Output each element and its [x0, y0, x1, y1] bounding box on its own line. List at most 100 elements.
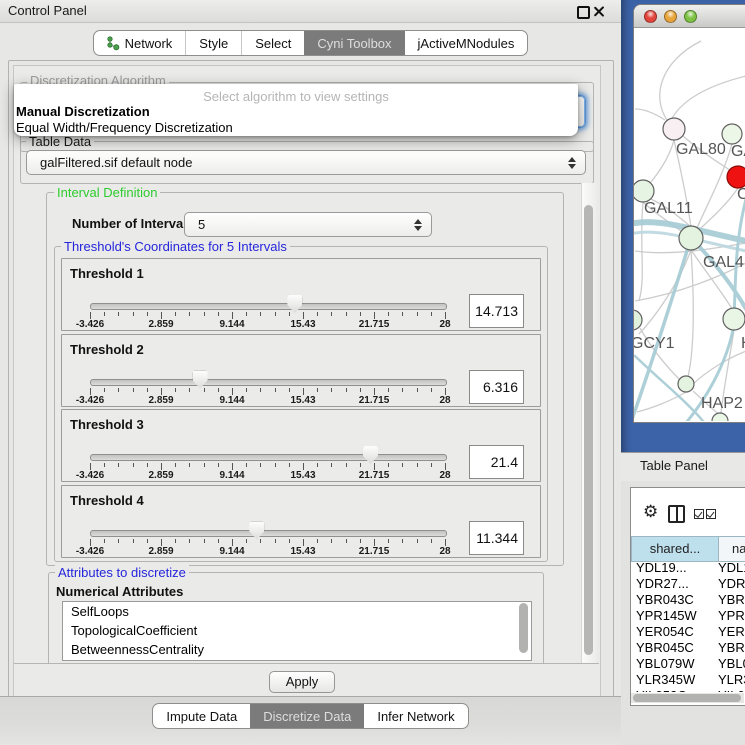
- threshold-value-field[interactable]: 6.316: [469, 370, 524, 404]
- tab-style[interactable]: Style: [185, 31, 241, 55]
- slider-tick-label: 28: [423, 546, 467, 557]
- table-data-combobox[interactable]: galFiltered.sif default node: [26, 150, 586, 175]
- slider-tick: [232, 312, 233, 319]
- slider-track[interactable]: [90, 379, 447, 386]
- slider-tick: [118, 388, 119, 392]
- apply-button[interactable]: Apply: [269, 671, 335, 693]
- network-node[interactable]: [679, 226, 703, 250]
- slider-tick: [303, 312, 304, 319]
- slider-tick: [374, 539, 375, 546]
- slider-tick: [147, 388, 148, 392]
- slider-tick: [204, 539, 205, 543]
- slider-tick: [189, 388, 190, 392]
- checkbox-icon[interactable]: [706, 509, 716, 519]
- slider-track[interactable]: [90, 303, 447, 310]
- network-node[interactable]: [634, 310, 642, 330]
- table-row[interactable]: YPR145WYPR1: [631, 608, 745, 624]
- slider-thumb[interactable]: [287, 295, 302, 313]
- zoom-traffic-light-icon[interactable]: [684, 10, 697, 23]
- slider-thumb[interactable]: [249, 522, 264, 540]
- slider-tick: [218, 312, 219, 316]
- table-hscrollbar-thumb[interactable]: [633, 694, 741, 702]
- slider-tick: [445, 312, 446, 319]
- panel-scrollbar-thumb[interactable]: [584, 205, 593, 655]
- table-row[interactable]: YBL079WYBL0: [631, 656, 745, 672]
- threshold-panel-4: Threshold 4-3.4262.8599.14415.4321.71528…: [61, 485, 541, 558]
- tab-label: Infer Network: [377, 709, 454, 724]
- table-header-name[interactable]: na: [718, 536, 745, 562]
- network-node[interactable]: [727, 166, 745, 188]
- network-window-titlebar[interactable]: [634, 5, 745, 28]
- slider-tick-label: -3.426: [68, 546, 112, 557]
- threshold-value-field[interactable]: 21.4: [469, 445, 524, 479]
- slider-track[interactable]: [90, 530, 447, 537]
- close-icon[interactable]: [593, 5, 606, 18]
- network-node[interactable]: [663, 118, 685, 140]
- slider-tick: [374, 388, 375, 395]
- numerical-attributes-list[interactable]: SelfLoopsTopologicalCoefficientBetweenne…: [62, 601, 532, 661]
- network-node[interactable]: [678, 376, 694, 392]
- float-window-icon[interactable]: [577, 6, 590, 19]
- network-node-label: GAL4: [703, 254, 744, 271]
- table-cell-name: YBL0: [718, 656, 745, 672]
- threshold-value-field[interactable]: 11.344: [469, 521, 524, 555]
- table-cell-shared-name: YLR345W: [636, 672, 695, 688]
- network-window: GAL80GACGAL11GAL4GCY1HHAP2: [633, 4, 745, 423]
- slider-tick: [246, 539, 247, 543]
- attribute-list-item[interactable]: TopologicalCoefficient: [63, 621, 531, 640]
- checkbox-icon[interactable]: [694, 509, 704, 519]
- table-header-shared[interactable]: shared...: [631, 536, 719, 562]
- slider-tick: [317, 312, 318, 316]
- attributes-list-scrollbar[interactable]: [519, 603, 528, 653]
- network-node[interactable]: [634, 180, 654, 202]
- slider-tick: [147, 463, 148, 467]
- tab-jactivemnodules[interactable]: jActiveMNodules: [405, 31, 528, 55]
- popup-item-1[interactable]: Manual Discretization: [16, 104, 150, 120]
- table-row[interactable]: YER054CYER0: [631, 624, 745, 640]
- slider-tick: [417, 463, 418, 467]
- tab-network[interactable]: Network: [94, 31, 186, 55]
- tab-cyni-toolbox[interactable]: Cyni Toolbox: [304, 31, 404, 55]
- close-traffic-light-icon[interactable]: [644, 10, 657, 23]
- table-row[interactable]: YIL052CYIL0: [631, 688, 745, 692]
- slider-tick: [175, 463, 176, 467]
- gear-icon[interactable]: ⚙: [643, 503, 658, 520]
- popup-placeholder-text: Select algorithm to view settings: [14, 89, 578, 104]
- table-row[interactable]: YBR045CYBR0: [631, 640, 745, 656]
- table-row[interactable]: YDR27...YDR2: [631, 576, 745, 592]
- minimize-traffic-light-icon[interactable]: [664, 10, 677, 23]
- table-row[interactable]: YDL19...YDL1: [631, 560, 745, 576]
- attribute-list-item[interactable]: SelfLoops: [63, 602, 531, 621]
- slider-tick: [118, 463, 119, 467]
- slider-tick: [275, 539, 276, 543]
- table-rows: YDL19...YDL1YDR27...YDR2YBR043CYBR0YPR14…: [631, 560, 745, 692]
- column-layout-icon[interactable]: [668, 505, 685, 523]
- network-node[interactable]: [712, 413, 728, 421]
- popup-item-2[interactable]: Equal Width/Frequency Discretization: [16, 120, 233, 136]
- tab-select[interactable]: Select: [241, 31, 304, 55]
- num-intervals-combobox[interactable]: 5: [184, 212, 432, 237]
- slider-thumb[interactable]: [193, 371, 208, 389]
- slider-tick: [90, 388, 91, 395]
- slider-tick: [246, 463, 247, 467]
- bottom-tab-discretize-data[interactable]: Discretize Data: [250, 704, 364, 728]
- attribute-list-item[interactable]: BetweennessCentrality: [63, 640, 531, 659]
- threshold-value-field[interactable]: 14.713: [469, 294, 524, 328]
- slider-track[interactable]: [90, 454, 447, 461]
- slider-tick-label: 15.43: [281, 470, 325, 481]
- threshold-panel-3: Threshold 3-3.4262.8599.14415.4321.71528…: [61, 409, 541, 482]
- table-cell-name: YER0: [718, 624, 745, 640]
- bottom-tab-impute-data[interactable]: Impute Data: [153, 704, 250, 728]
- table-data-group-label: Table Data: [26, 134, 94, 149]
- bottom-tab-infer-network[interactable]: Infer Network: [364, 704, 467, 728]
- network-node-label: GA: [731, 143, 745, 160]
- slider-tick: [289, 312, 290, 316]
- slider-tick-label: 15.43: [281, 546, 325, 557]
- slider-thumb[interactable]: [363, 446, 378, 464]
- slider-tick: [360, 388, 361, 392]
- network-node[interactable]: [723, 308, 745, 330]
- table-row[interactable]: YBR043CYBR0: [631, 592, 745, 608]
- network-canvas[interactable]: GAL80GACGAL11GAL4GCY1HHAP2: [634, 29, 745, 421]
- table-row[interactable]: YLR345WYLR3: [631, 672, 745, 688]
- table-cell-name: YBR0: [718, 592, 745, 608]
